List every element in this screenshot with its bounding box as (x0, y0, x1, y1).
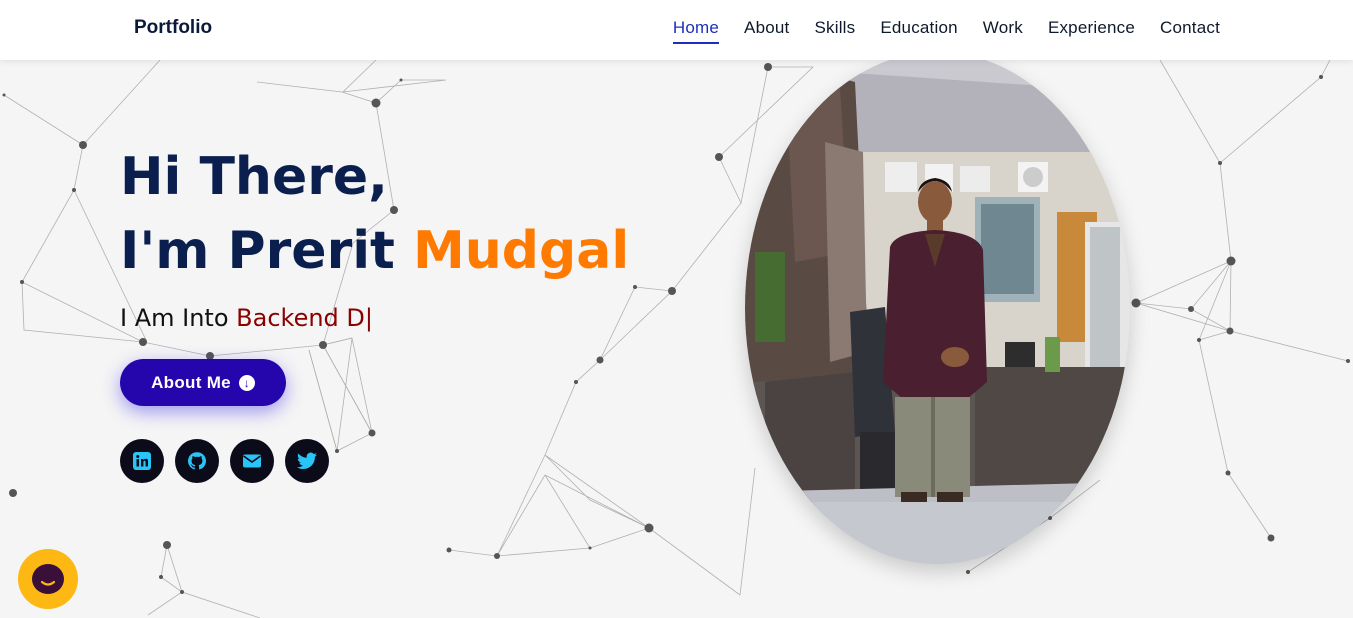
chat-bubble-icon (32, 564, 64, 594)
typed-cursor: | (364, 304, 373, 332)
email-icon (243, 454, 261, 468)
nav-experience[interactable]: Experience (1048, 18, 1135, 44)
profile-photo-illustration (745, 52, 1130, 564)
nav-home[interactable]: Home (672, 18, 720, 44)
typed-prefix: I Am Into (120, 304, 237, 332)
main-nav: Home About Skills Education Work Experie… (648, 18, 1220, 44)
github-link[interactable] (175, 439, 219, 483)
arrow-down-circle-icon: ↓ (238, 374, 255, 391)
chat-widget-button[interactable] (18, 549, 78, 609)
social-links (120, 439, 329, 483)
profile-photo (745, 52, 1130, 564)
twitter-link[interactable] (285, 439, 329, 483)
linkedin-icon (133, 452, 151, 470)
about-me-label: About Me (151, 372, 231, 392)
twitter-icon (297, 452, 317, 469)
hero-typed-line: I Am Into Backend D| (120, 304, 629, 332)
nav-skills[interactable]: Skills (814, 18, 855, 44)
navbar: Portfolio Home About Skills Education Wo… (0, 0, 1353, 60)
hero-name: I'm Prerit Mudgal (120, 214, 629, 288)
linkedin-link[interactable] (120, 439, 164, 483)
nav-work[interactable]: Work (983, 18, 1023, 44)
brand-logo[interactable]: Portfolio (134, 17, 212, 39)
hero-name-prefix: I'm Prerit (120, 221, 414, 281)
about-me-button[interactable]: About Me ↓ (120, 359, 286, 406)
nav-about[interactable]: About (744, 18, 789, 44)
hero-name-accent: Mudgal (413, 221, 630, 281)
github-icon (188, 452, 206, 470)
email-link[interactable] (230, 439, 274, 483)
nav-contact[interactable]: Contact (1160, 18, 1220, 44)
nav-education[interactable]: Education (880, 18, 957, 44)
hero-section: Hi There, I'm Prerit Mudgal I Am Into Ba… (120, 140, 629, 332)
hero-greeting: Hi There, (120, 147, 388, 207)
typed-text: Backend D (236, 304, 365, 332)
